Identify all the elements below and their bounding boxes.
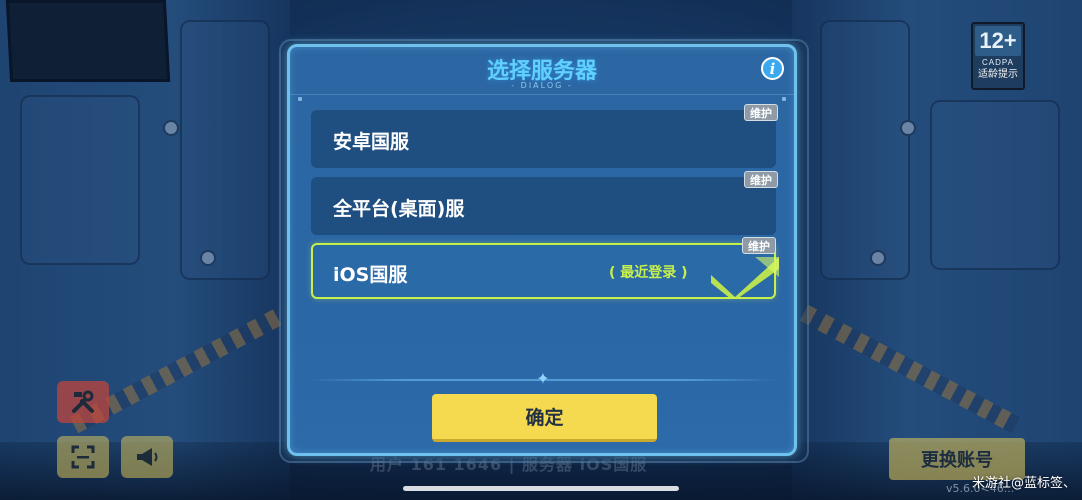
home-indicator[interactable] [403,486,679,491]
server-name: 安卓国服 [333,131,410,153]
tools-button[interactable] [57,381,109,423]
server-option-ios[interactable]: iOS国服 ( 最近登录 ) 维护 [311,237,779,299]
maintenance-badge: 维护 [744,171,778,188]
scan-icon [71,445,95,469]
server-select-dialog: 选择服务器 - DIALOG - i 安卓国服 维护 全平台(桌面)服 维护 i… [287,44,797,456]
server-name: 全平台(桌面)服 [333,198,465,220]
server-option-all-platform[interactable]: 全平台(桌面)服 维护 [311,171,778,233]
recent-login-tag: ( 最近登录 ) [609,265,688,281]
server-option-android[interactable]: 安卓国服 维护 [311,104,778,166]
server-name: iOS国服 [333,264,408,286]
watermark: 米游社@蓝标签、 [972,476,1077,491]
maintenance-badge: 维护 [742,237,776,254]
confirm-button[interactable]: 确定 [432,394,657,442]
maintenance-badge: 维护 [744,104,778,121]
header-dot [298,97,302,101]
dialog-subtitle: - DIALOG - [511,81,573,90]
sparkle-icon: ✦ [536,369,550,388]
age-rating-number: 12+ [975,26,1021,56]
dialog-header: 选择服务器 - DIALOG - i [290,47,794,95]
megaphone-icon [137,448,158,466]
checkmark-icon [711,257,779,299]
scan-button[interactable] [57,436,109,478]
age-rating-badge: 12+ CADPA 适龄提示 [971,22,1025,90]
age-rating-tip: 适龄提示 [978,69,1018,80]
age-rating-org: CADPA [982,58,1014,67]
announcement-button[interactable] [121,436,173,478]
header-dot [782,97,786,101]
tools-icon [72,390,94,413]
info-icon[interactable]: i [761,57,784,80]
